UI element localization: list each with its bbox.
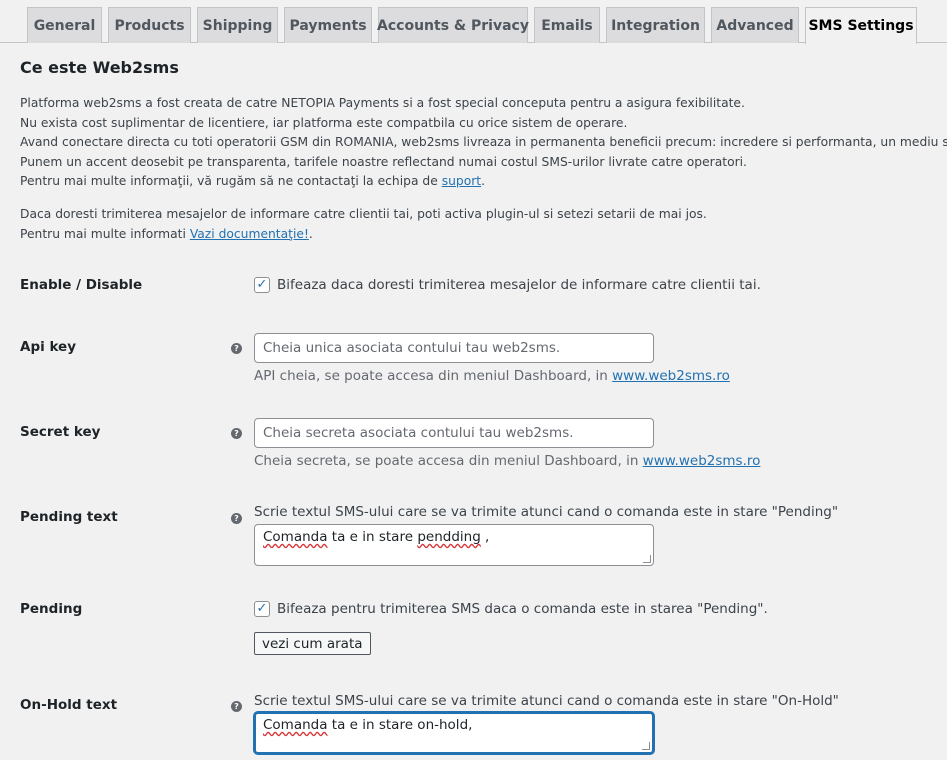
intro-line: Punem un accent deosebit pe transparenta… bbox=[20, 154, 747, 169]
secret-key-label: Secret key bbox=[20, 424, 101, 440]
docs-line: Pentru mai multe informati Vazi document… bbox=[20, 225, 947, 245]
api-key-desc-text: API cheia, se poate accesa din meniul Da… bbox=[254, 368, 613, 384]
question-circle-icon[interactable]: ? bbox=[231, 428, 242, 439]
pending-checkbox-label[interactable]: Bifeaza pentru trimiterea SMS daca o com… bbox=[277, 601, 768, 617]
support-link[interactable]: suport bbox=[442, 174, 481, 188]
intro-line: Avand conectare directa cu toti operator… bbox=[20, 135, 947, 150]
question-circle-icon[interactable]: ? bbox=[231, 513, 242, 524]
secret-key-desc-text: Cheia secreta, se poate accesa din meniu… bbox=[254, 453, 643, 469]
question-circle-icon[interactable]: ? bbox=[231, 343, 242, 354]
tab-sms-settings[interactable]: SMS Settings bbox=[805, 7, 917, 44]
contact-suffix: . bbox=[481, 174, 486, 189]
contact-prefix: Pentru mai multe informaţii, vă rugăm să… bbox=[20, 174, 442, 189]
tab-emails[interactable]: Emails bbox=[534, 7, 600, 43]
docs-suffix: . bbox=[308, 226, 313, 241]
textarea-text: ta e in stare on-hold, bbox=[327, 717, 473, 733]
secret-key-description: Cheia secreta, se poate accesa din meniu… bbox=[254, 453, 760, 469]
activation-text: Daca doresti trimiterea mesajelor de inf… bbox=[20, 205, 947, 244]
tab-general[interactable]: General bbox=[27, 7, 102, 43]
tab-integration[interactable]: Integration bbox=[606, 7, 705, 43]
pending-text-label: Pending text bbox=[20, 509, 118, 525]
web2sms-link[interactable]: www.web2sms.ro bbox=[612, 368, 730, 384]
onhold-text-title: Scrie textul SMS-ului care se va trimite… bbox=[254, 693, 839, 709]
spellcheck-word: pendding bbox=[417, 529, 481, 545]
textarea-text: ta e in stare bbox=[327, 529, 418, 545]
preview-button[interactable]: vezi cum arata bbox=[254, 632, 371, 655]
enable-checkbox-label[interactable]: Bifeaza daca doresti trimiterea mesajelo… bbox=[277, 277, 761, 293]
intro-line: Platforma web2sms a fost creata de catre… bbox=[20, 96, 745, 110]
contact-line: Pentru mai multe informaţii, vă rugăm să… bbox=[20, 172, 947, 192]
enable-disable-label: Enable / Disable bbox=[20, 277, 143, 293]
pending-checkbox[interactable]: ✓ bbox=[254, 601, 270, 617]
checkmark-icon: ✓ bbox=[256, 601, 268, 616]
checkmark-icon: ✓ bbox=[256, 277, 268, 292]
tab-products[interactable]: Products bbox=[108, 7, 191, 43]
enable-checkbox[interactable]: ✓ bbox=[254, 277, 270, 293]
secret-key-input[interactable] bbox=[254, 418, 654, 448]
web2sms-link[interactable]: www.web2sms.ro bbox=[643, 453, 761, 469]
api-key-input[interactable] bbox=[254, 333, 654, 363]
pending-text-textarea[interactable]: Comanda ta e in stare pendding , bbox=[254, 524, 654, 566]
tab-shipping[interactable]: Shipping bbox=[197, 7, 278, 43]
pending-text-title: Scrie textul SMS-ului care se va trimite… bbox=[254, 504, 839, 520]
activate-line: Daca doresti trimiterea mesajelor de inf… bbox=[20, 207, 707, 221]
intro-line: Nu exista cost suplimentar de licentiere… bbox=[20, 115, 628, 130]
api-key-description: API cheia, se poate accesa din meniul Da… bbox=[254, 368, 730, 384]
intro-text: Platforma web2sms a fost creata de catre… bbox=[20, 94, 947, 192]
docs-prefix: Pentru mai multe informati bbox=[20, 226, 190, 241]
question-circle-icon[interactable]: ? bbox=[231, 701, 242, 712]
spellcheck-word: Comanda bbox=[263, 717, 328, 733]
documentation-link[interactable]: Vazi documentaţie! bbox=[190, 227, 309, 241]
settings-tab-bar: General Products Shipping Payments Accou… bbox=[0, 0, 947, 44]
tab-advanced[interactable]: Advanced bbox=[711, 7, 799, 43]
api-key-label: Api key bbox=[20, 339, 77, 355]
tab-accounts-privacy[interactable]: Accounts & Privacy bbox=[377, 7, 529, 43]
section-title: Ce este Web2sms bbox=[20, 58, 179, 77]
spellcheck-word: Comanda bbox=[263, 529, 328, 545]
pending-label: Pending bbox=[20, 601, 83, 617]
resize-handle-icon[interactable] bbox=[643, 555, 651, 563]
onhold-text-textarea[interactable]: Comanda ta e in stare on-hold, bbox=[254, 712, 654, 754]
resize-handle-icon[interactable] bbox=[642, 742, 650, 750]
textarea-text: , bbox=[480, 529, 490, 545]
tab-payments[interactable]: Payments bbox=[284, 7, 372, 43]
onhold-text-label: On-Hold text bbox=[20, 697, 118, 713]
